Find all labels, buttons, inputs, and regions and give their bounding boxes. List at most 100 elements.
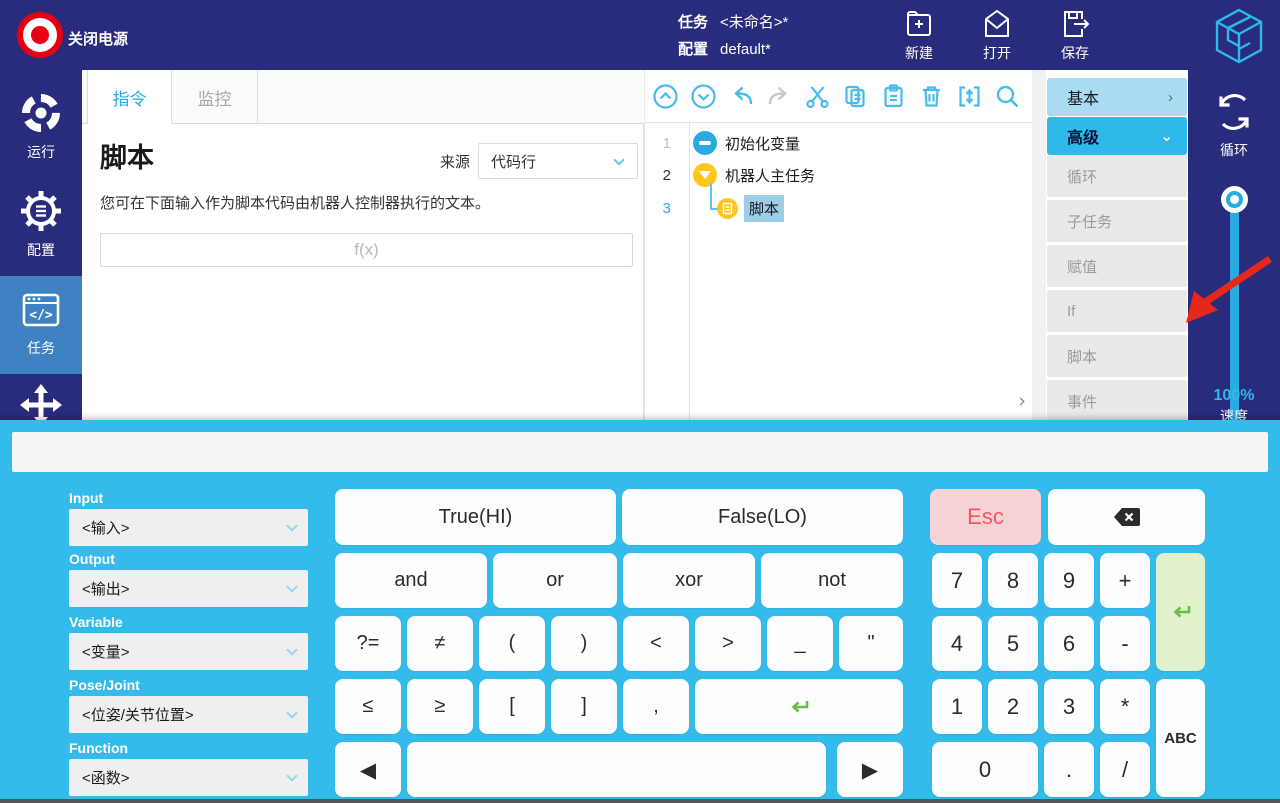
- key-or[interactable]: or: [493, 553, 617, 608]
- tree-row[interactable]: 1 初始化变量: [645, 128, 800, 158]
- key-not-equal[interactable]: ≠: [407, 616, 473, 671]
- power-button[interactable]: [17, 12, 63, 58]
- selector-output[interactable]: <输出>: [69, 570, 308, 607]
- open-task-button[interactable]: 打开: [958, 7, 1036, 63]
- copy-icon[interactable]: [842, 83, 869, 110]
- key-not[interactable]: not: [761, 553, 903, 608]
- delete-icon[interactable]: [918, 83, 945, 110]
- line-number: 3: [645, 200, 681, 217]
- keyboard-expression-input[interactable]: [12, 432, 1268, 472]
- key-enter-wide[interactable]: [695, 679, 903, 734]
- key-false-lo[interactable]: False(LO): [622, 489, 903, 545]
- tree-row[interactable]: 2 机器人主任务: [645, 160, 815, 190]
- sidebar-item-label: 运行: [27, 142, 55, 162]
- key-comma[interactable]: ,: [623, 679, 689, 734]
- key-asterisk[interactable]: *: [1100, 679, 1150, 734]
- key-8[interactable]: 8: [988, 553, 1038, 608]
- program-tree-panel: 1 初始化变量 2 机器人主任务 3 脚本 ›: [645, 70, 1032, 420]
- expand-all-icon[interactable]: [690, 83, 717, 110]
- new-task-button[interactable]: 新建: [880, 7, 958, 63]
- power-label: 关闭电源: [68, 28, 128, 49]
- key-slash[interactable]: /: [1100, 742, 1150, 797]
- category-item-if[interactable]: If: [1047, 290, 1187, 332]
- category-item-loop[interactable]: 循环: [1047, 155, 1187, 197]
- speed-slider-handle[interactable]: [1221, 186, 1248, 213]
- key-bracket-open[interactable]: [: [479, 679, 545, 734]
- key-assign-eq[interactable]: ?=: [335, 616, 401, 671]
- speed-value: 100%: [1188, 387, 1280, 405]
- key-backspace[interactable]: [1048, 489, 1205, 545]
- replace-icon[interactable]: [956, 83, 983, 110]
- key-abc-mode[interactable]: ABC: [1156, 679, 1205, 797]
- loop-icon[interactable]: [1212, 90, 1256, 134]
- key-4[interactable]: 4: [932, 616, 982, 671]
- svg-text:</>: </>: [29, 308, 53, 323]
- selector-pose-joint[interactable]: <位姿/关节位置>: [69, 696, 308, 733]
- key-1[interactable]: 1: [932, 679, 982, 734]
- key-quote[interactable]: ": [839, 616, 903, 671]
- tree-node-label: 机器人主任务: [725, 165, 815, 186]
- category-item-event[interactable]: 事件: [1047, 380, 1187, 422]
- save-task-button[interactable]: 保存: [1036, 7, 1114, 63]
- sidebar-item-label: 任务: [27, 338, 55, 358]
- category-group-advanced[interactable]: 高级 ⌄: [1047, 117, 1187, 155]
- key-6[interactable]: 6: [1044, 616, 1094, 671]
- key-2[interactable]: 2: [988, 679, 1038, 734]
- panel-expand-chevron[interactable]: ›: [1018, 390, 1026, 412]
- expression-placeholder: f(x): [354, 240, 379, 260]
- tab-instruction[interactable]: 指令: [87, 70, 172, 124]
- key-less-than[interactable]: <: [623, 616, 689, 671]
- selector-label-input: Input: [69, 490, 103, 506]
- selector-function[interactable]: <函数>: [69, 759, 308, 796]
- virtual-keyboard: Input <输入> Output <输出> Variable <变量> Pos…: [0, 420, 1280, 803]
- key-cursor-right[interactable]: ▶: [837, 742, 903, 797]
- key-plus[interactable]: +: [1100, 553, 1150, 608]
- key-esc[interactable]: Esc: [930, 489, 1041, 545]
- key-space[interactable]: [407, 742, 826, 797]
- key-cursor-left[interactable]: ◀: [335, 742, 401, 797]
- key-7[interactable]: 7: [932, 553, 982, 608]
- key-paren-open[interactable]: (: [479, 616, 545, 671]
- open-task-label: 打开: [983, 43, 1011, 63]
- selector-variable[interactable]: <变量>: [69, 633, 308, 670]
- sidebar-item-task[interactable]: </> 任务: [0, 276, 82, 374]
- key-paren-close[interactable]: ): [551, 616, 617, 671]
- page-title: 脚本: [100, 136, 154, 175]
- sidebar-item-config[interactable]: 配置: [0, 188, 82, 260]
- category-item-assignment[interactable]: 赋值: [1047, 245, 1187, 287]
- collapse-all-icon[interactable]: [652, 83, 679, 110]
- key-xor[interactable]: xor: [623, 553, 755, 608]
- key-true-hi[interactable]: True(HI): [335, 489, 616, 545]
- source-dropdown[interactable]: 代码行: [478, 143, 638, 179]
- key-greater-equal[interactable]: ≥: [407, 679, 473, 734]
- category-item-script[interactable]: 脚本: [1047, 335, 1187, 377]
- key-period[interactable]: .: [1044, 742, 1094, 797]
- key-9[interactable]: 9: [1044, 553, 1094, 608]
- category-group-basic[interactable]: 基本 ›: [1047, 78, 1187, 116]
- redo-icon[interactable]: [766, 83, 793, 110]
- key-3[interactable]: 3: [1044, 679, 1094, 734]
- key-and[interactable]: and: [335, 553, 487, 608]
- source-value: 代码行: [491, 151, 536, 172]
- key-bracket-close[interactable]: ]: [551, 679, 617, 734]
- selector-input[interactable]: <输入>: [69, 509, 308, 546]
- key-minus[interactable]: -: [1100, 616, 1150, 671]
- tree-row-selected[interactable]: 3 脚本: [645, 193, 784, 223]
- key-greater-than[interactable]: >: [695, 616, 761, 671]
- category-item-subtask[interactable]: 子任务: [1047, 200, 1187, 242]
- power-dot-icon: [31, 26, 49, 44]
- sidebar-item-run[interactable]: 运行: [0, 90, 82, 162]
- cut-icon[interactable]: [804, 83, 831, 110]
- key-enter-numpad[interactable]: [1156, 553, 1205, 671]
- key-less-equal[interactable]: ≤: [335, 679, 401, 734]
- panel-splitter[interactable]: [1032, 70, 1046, 420]
- expression-field[interactable]: f(x): [100, 233, 633, 267]
- paste-icon[interactable]: [880, 83, 907, 110]
- key-underscore[interactable]: _: [767, 616, 833, 671]
- tab-monitor[interactable]: 监控: [172, 70, 258, 124]
- key-0[interactable]: 0: [932, 742, 1038, 797]
- undo-icon[interactable]: [728, 83, 755, 110]
- search-icon[interactable]: [994, 83, 1021, 110]
- tree-toolbar: [645, 70, 1032, 123]
- key-5[interactable]: 5: [988, 616, 1038, 671]
